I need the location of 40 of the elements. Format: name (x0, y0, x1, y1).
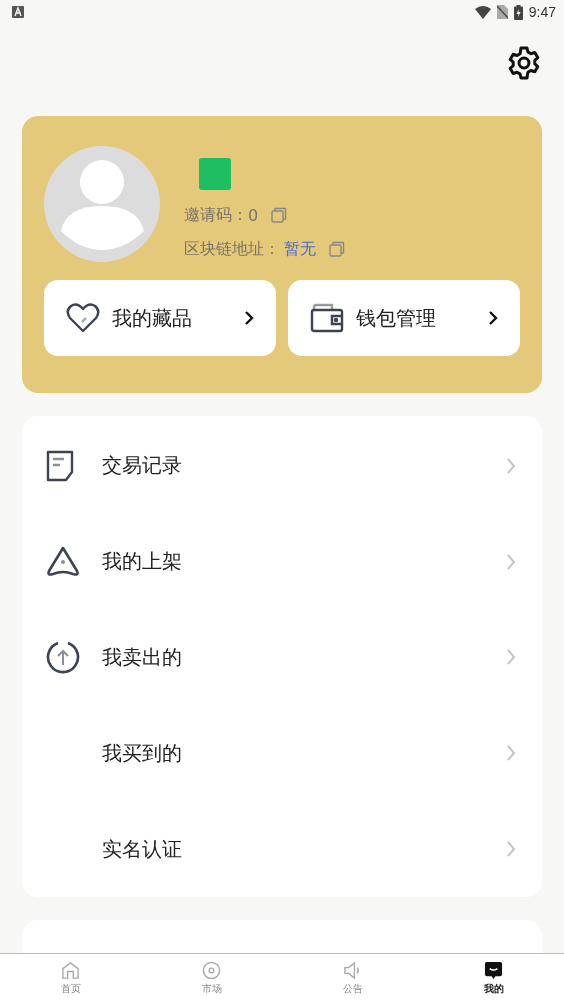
tab[interactable]: 首页 (0, 954, 141, 1002)
copy-icon[interactable] (328, 240, 346, 258)
menu-item[interactable]: 交易记录 (22, 418, 542, 514)
chevron-right-icon (506, 456, 516, 475)
chevron-right-icon (488, 310, 498, 326)
menu-item[interactable]: 我卖出的 (22, 609, 542, 706)
copy-icon[interactable] (270, 206, 289, 224)
wifi-icon (474, 5, 491, 19)
menu-item[interactable]: 实名认证 (22, 801, 542, 897)
chevron-right-icon (506, 840, 516, 859)
wallet-icon (310, 302, 344, 334)
invite-code-label: 邀请码： (184, 204, 248, 226)
quick-action-button[interactable]: 我的藏品 (44, 280, 276, 356)
home-icon (61, 960, 80, 980)
triangle-icon (46, 546, 80, 578)
chevron-right-icon (506, 648, 516, 667)
notification-icon (12, 6, 24, 18)
chevron-right-icon (244, 310, 254, 326)
menu-item[interactable]: 我买到的 (22, 705, 542, 802)
heart-icon (66, 302, 100, 334)
settings-icon[interactable] (506, 45, 542, 81)
tab[interactable]: 我的 (423, 954, 564, 1002)
chat-icon (484, 960, 503, 980)
disc-icon (202, 960, 221, 980)
chain-address: 暂无 (284, 238, 316, 260)
speaker-icon (343, 960, 362, 980)
clock-time: 9:47 (528, 4, 556, 20)
chevron-right-icon (506, 552, 516, 571)
quick-action-button[interactable]: 钱包管理 (288, 280, 520, 356)
tab[interactable]: 公告 (282, 954, 423, 1002)
menu-item[interactable]: 我的上架 (22, 513, 542, 610)
tab[interactable]: 市场 (141, 954, 282, 1002)
document-icon (46, 449, 74, 482)
battery-icon (513, 4, 523, 20)
no-sim-icon (496, 5, 508, 19)
upload-icon (46, 640, 80, 675)
invite-code: 0 (248, 205, 259, 225)
chevron-right-icon (506, 744, 516, 763)
name-badge (199, 158, 231, 190)
chain-address-label: 区块链地址： (184, 238, 280, 260)
